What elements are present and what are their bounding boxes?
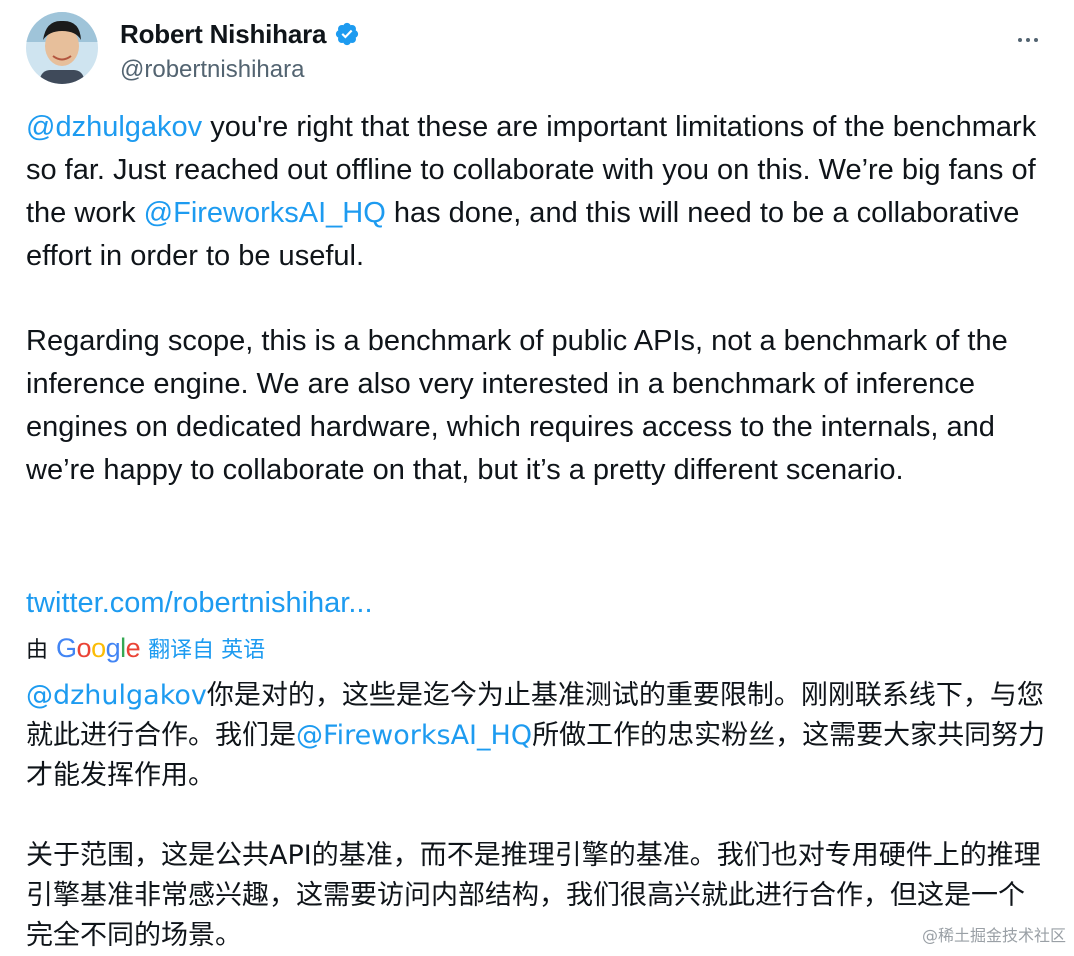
- translated-paragraph-2: 关于范围，这是公共API的基准，而不是推理引擎的基准。我们也对专用硬件上的推理引…: [26, 840, 1041, 951]
- google-logo: Google: [56, 632, 141, 663]
- tweet-header: Robert Nishihara @robertnishihara: [26, 12, 1048, 84]
- watermark: @稀土掘金技术社区: [921, 926, 1066, 945]
- translated-text: @dzhulgakov你是对的，这些是迄今为止基准测试的重要限制。刚刚联系线下，…: [26, 676, 1046, 956]
- translation-by-label: 由: [26, 638, 49, 663]
- translation-attribution: 由 Google 翻译自 英语: [26, 630, 265, 666]
- tweet-url[interactable]: twitter.com/robertnishihar...: [26, 582, 373, 625]
- verified-badge-icon: [334, 21, 360, 47]
- translated-from-link[interactable]: 翻译自 英语: [148, 632, 265, 664]
- tweet-text: @dzhulgakov you're right that these are …: [26, 106, 1046, 492]
- mention-link[interactable]: @FireworksAI_HQ: [296, 720, 532, 751]
- tweet-link[interactable]: twitter.com/robertnishihar...: [26, 587, 373, 619]
- author-handle[interactable]: @robertnishihara: [120, 56, 360, 84]
- author-display-name[interactable]: Robert Nishihara: [120, 19, 326, 50]
- tweet-paragraph-1: @dzhulgakov you're right that these are …: [26, 106, 1046, 278]
- more-options-icon[interactable]: [1008, 28, 1048, 52]
- mention-link[interactable]: @dzhulgakov: [26, 680, 207, 711]
- avatar-image-icon: [26, 12, 98, 84]
- avatar[interactable]: [26, 12, 98, 84]
- mention-link[interactable]: @dzhulgakov: [26, 111, 202, 143]
- translated-paragraph-1: @dzhulgakov你是对的，这些是迄今为止基准测试的重要限制。刚刚联系线下，…: [26, 676, 1046, 796]
- mention-link[interactable]: @FireworksAI_HQ: [144, 197, 386, 229]
- tweet-paragraph-2: Regarding scope, this is a benchmark of …: [26, 325, 1008, 486]
